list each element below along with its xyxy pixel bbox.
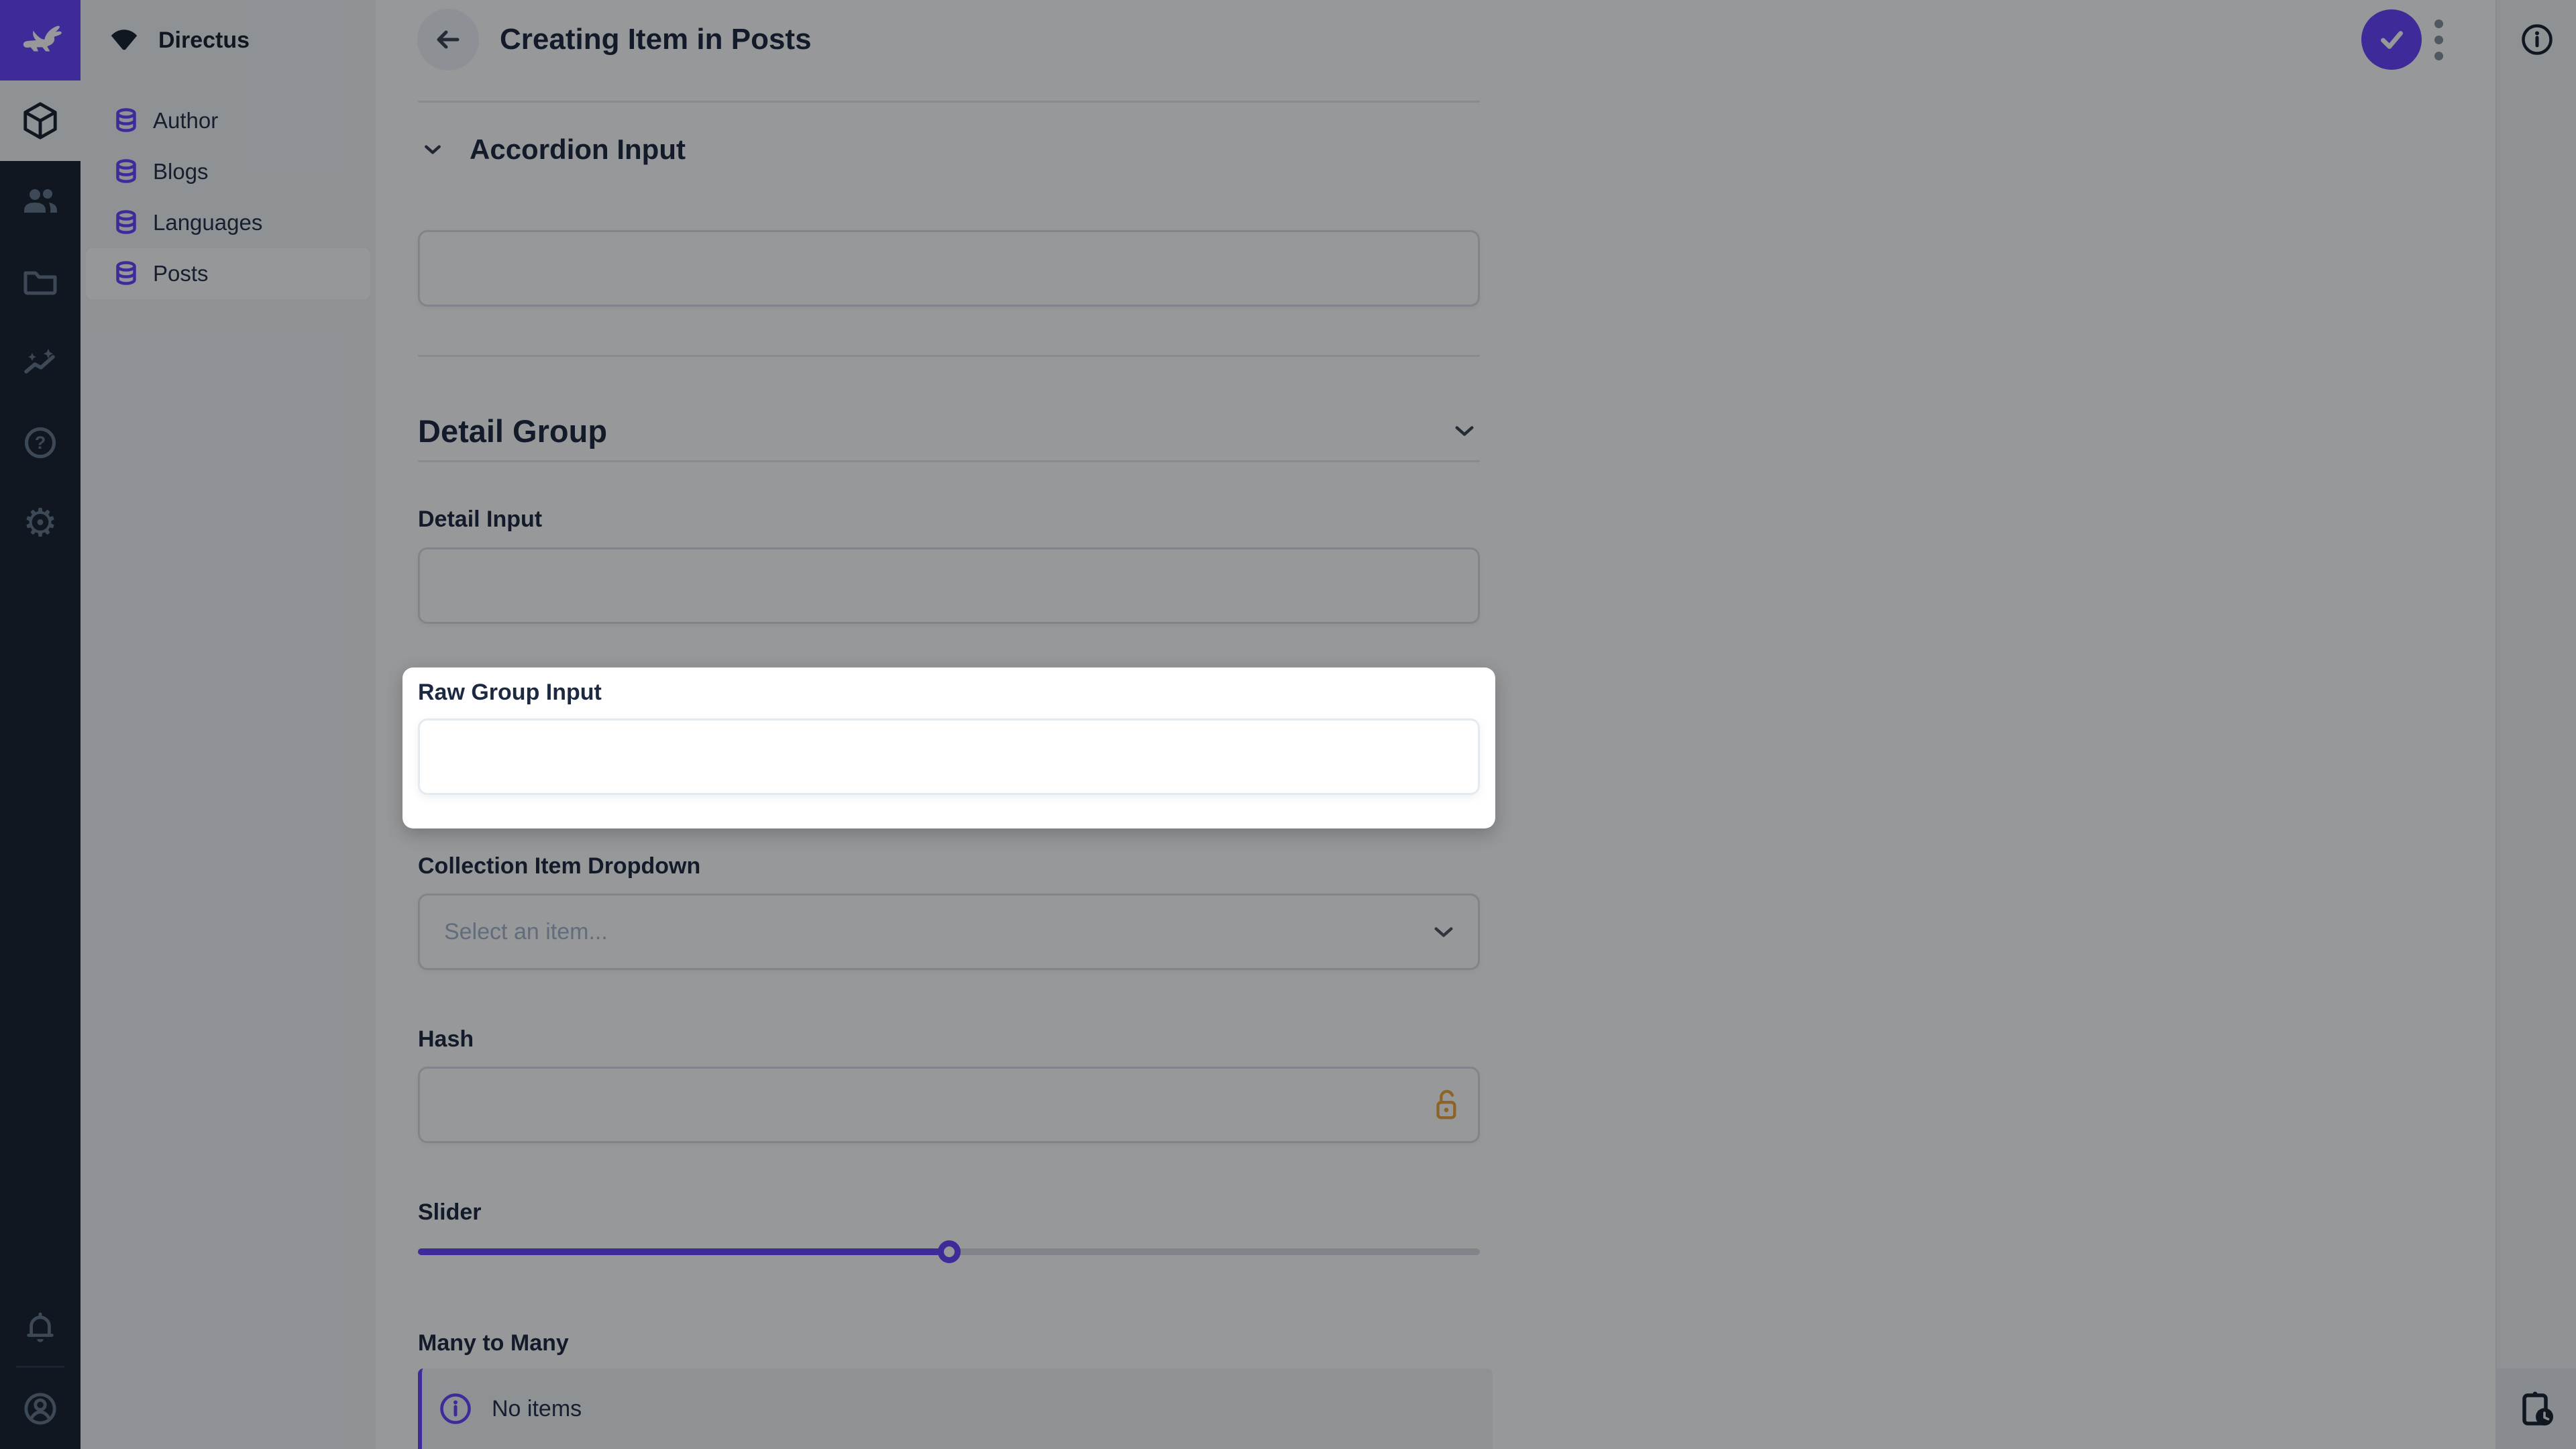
module-users[interactable] bbox=[0, 161, 80, 241]
kebab-dot bbox=[2434, 36, 2443, 44]
detail-group-title: Detail Group bbox=[418, 413, 607, 449]
many-to-many-panel: No items bbox=[418, 1368, 1493, 1449]
sidebar-item-languages[interactable]: Languages bbox=[86, 197, 370, 248]
detail-input-field[interactable] bbox=[418, 547, 1480, 624]
accordion-input-field[interactable] bbox=[418, 230, 1480, 307]
hash-input-field[interactable] bbox=[418, 1067, 1480, 1143]
sidebar-item-label: Posts bbox=[153, 261, 209, 286]
form-content: Accordion Input Detail Group Detail Inpu… bbox=[418, 0, 1480, 1449]
collection-nav: Author Blogs Languages Posts bbox=[86, 95, 370, 299]
revisions-button[interactable] bbox=[2497, 1368, 2576, 1449]
arrow-left-icon bbox=[433, 25, 463, 54]
raw-group-input-card: Raw Group Input bbox=[402, 667, 1495, 828]
page-title: Creating Item in Posts bbox=[500, 0, 812, 79]
slider-label: Slider bbox=[418, 1198, 481, 1226]
select-placeholder: Select an item... bbox=[444, 919, 608, 945]
collection-item-dropdown-label: Collection Item Dropdown bbox=[418, 852, 700, 880]
avatar-icon bbox=[23, 1392, 57, 1426]
more-options-button[interactable] bbox=[2426, 15, 2451, 64]
check-icon bbox=[2376, 24, 2407, 55]
help-icon: ? bbox=[25, 427, 56, 458]
section-divider bbox=[418, 355, 1480, 357]
slider-control[interactable] bbox=[418, 1240, 1480, 1263]
database-icon bbox=[113, 260, 140, 287]
slider-fill bbox=[418, 1248, 949, 1255]
directus-logo-button[interactable] bbox=[0, 0, 80, 80]
database-icon bbox=[113, 209, 140, 236]
module-bar-divider bbox=[16, 1366, 64, 1368]
module-help[interactable]: ? bbox=[0, 402, 80, 483]
project-shield-icon bbox=[109, 27, 140, 54]
cube-icon bbox=[23, 101, 58, 140]
save-button[interactable] bbox=[2361, 9, 2422, 70]
section-divider bbox=[418, 460, 1480, 462]
chevron-down-icon bbox=[424, 144, 441, 155]
people-icon bbox=[21, 186, 59, 216]
bell-icon bbox=[25, 1311, 56, 1344]
right-drawer bbox=[2496, 0, 2576, 1449]
lock-open-icon bbox=[1432, 1088, 1460, 1122]
gear-icon: ⚙ bbox=[23, 504, 58, 543]
sidebar-item-blogs[interactable]: Blogs bbox=[86, 146, 370, 197]
kebab-dot bbox=[2434, 19, 2443, 28]
directus-rabbit-logo-icon bbox=[18, 18, 62, 62]
database-icon bbox=[113, 107, 140, 134]
many-to-many-empty-row: No items bbox=[422, 1368, 1493, 1425]
sidebar-item-posts[interactable]: Posts bbox=[86, 248, 370, 299]
detail-input-label: Detail Input bbox=[418, 505, 542, 533]
insights-icon bbox=[23, 347, 58, 377]
collection-item-dropdown-select[interactable]: Select an item... bbox=[418, 894, 1480, 970]
main-area: Creating Item in Posts Accordion Input D… bbox=[376, 0, 2496, 1449]
many-to-many-empty-text: No items bbox=[492, 1396, 582, 1422]
info-icon bbox=[2521, 23, 2553, 56]
notifications-button[interactable] bbox=[0, 1287, 80, 1368]
database-icon bbox=[113, 158, 140, 185]
folder-icon bbox=[23, 268, 58, 296]
sidebar-item-label: Blogs bbox=[153, 159, 209, 184]
module-settings[interactable]: ⚙ bbox=[0, 483, 80, 564]
sidebar-item-author[interactable]: Author bbox=[86, 95, 370, 146]
chevron-down-icon bbox=[1434, 926, 1454, 938]
avatar-button[interactable] bbox=[0, 1368, 80, 1449]
accordion-input-toggle[interactable]: Accordion Input bbox=[418, 131, 1480, 168]
section-divider bbox=[418, 101, 1480, 103]
sidebar: Directus Author Blogs Languages Posts bbox=[80, 0, 376, 1449]
sidebar-item-label: Author bbox=[153, 108, 218, 133]
project-header[interactable]: Directus bbox=[80, 0, 376, 80]
directus-app: ? ⚙ Directus Author Blogs bbox=[0, 0, 2576, 1449]
back-button[interactable] bbox=[417, 9, 479, 70]
module-insights[interactable] bbox=[0, 322, 80, 402]
info-icon bbox=[439, 1393, 472, 1425]
hash-label: Hash bbox=[418, 1025, 474, 1053]
hash-field-wrap bbox=[418, 1067, 1480, 1143]
info-sidebar-button[interactable] bbox=[2506, 9, 2568, 70]
kebab-dot bbox=[2434, 52, 2443, 60]
clipboard-clock-icon bbox=[2519, 1390, 2554, 1428]
project-name: Directus bbox=[158, 28, 250, 54]
raw-group-input-label: Raw Group Input bbox=[418, 678, 602, 706]
detail-group-toggle[interactable]: Detail Group bbox=[418, 411, 1480, 451]
accordion-input-title: Accordion Input bbox=[470, 133, 686, 166]
many-to-many-label: Many to Many bbox=[418, 1329, 569, 1357]
sidebar-item-label: Languages bbox=[153, 210, 262, 235]
page-header: Creating Item in Posts bbox=[376, 0, 2496, 79]
chevron-down-icon bbox=[1454, 425, 1474, 437]
slider-thumb[interactable] bbox=[938, 1240, 961, 1263]
module-content[interactable] bbox=[0, 80, 80, 161]
module-files[interactable] bbox=[0, 241, 80, 322]
raw-group-input-field[interactable] bbox=[418, 718, 1480, 795]
module-bar: ? ⚙ bbox=[0, 0, 80, 1449]
